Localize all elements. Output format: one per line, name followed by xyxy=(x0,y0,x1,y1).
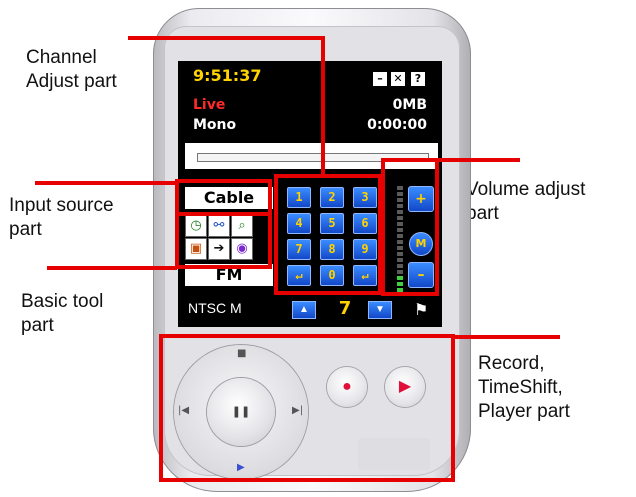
annotation-overlay xyxy=(35,36,560,482)
channel-pointer-line xyxy=(128,36,325,176)
record-player-box xyxy=(159,334,455,482)
input-source-box xyxy=(175,179,272,216)
basic-tool-box xyxy=(175,212,272,269)
channel-adjust-box xyxy=(274,174,382,295)
volume-adjust-box xyxy=(381,158,439,296)
